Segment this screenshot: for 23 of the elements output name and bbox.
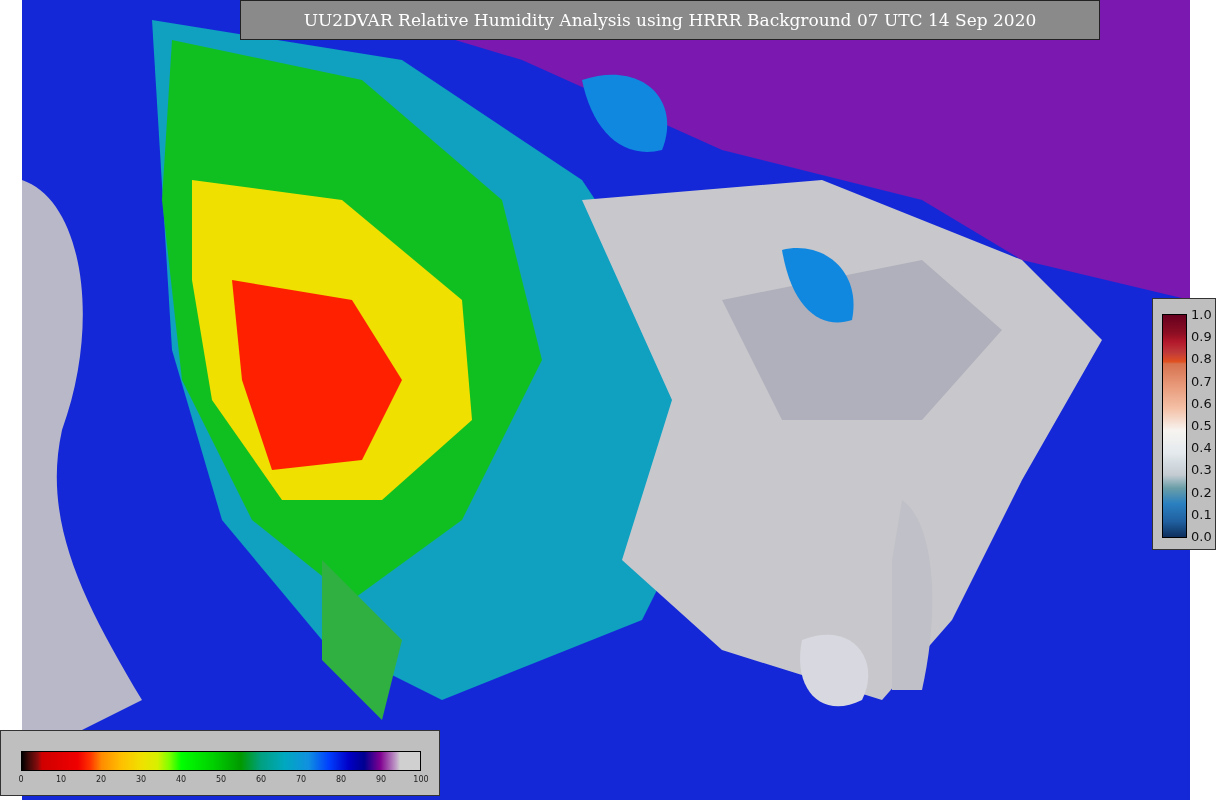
scale-tick-label: 0.6 bbox=[1191, 396, 1212, 410]
scale-tick-label: 0.4 bbox=[1191, 441, 1212, 455]
scale-tick-label: 30 bbox=[135, 775, 147, 784]
scale-tick-label: 1.0 bbox=[1191, 308, 1212, 321]
scale-tick-label: 0.2 bbox=[1191, 485, 1212, 499]
scale-tick-label: 0.1 bbox=[1191, 507, 1212, 521]
scale-tick-label: 0.8 bbox=[1191, 352, 1212, 366]
scale-tick-label: 0.5 bbox=[1191, 418, 1212, 432]
scale-tick-label: 80 bbox=[335, 775, 347, 784]
scale-tick-label: 10 bbox=[55, 775, 67, 784]
scale-tick-label: 0 bbox=[18, 775, 24, 784]
scale-tick-label: 40 bbox=[175, 775, 187, 784]
scale-tick-label: 0.9 bbox=[1191, 330, 1212, 344]
scale-tick-label: 60 bbox=[255, 775, 267, 784]
chart-title: UU2DVAR Relative Humidity Analysis using HRRR Background 07 UTC 14 Sep 2020 bbox=[240, 0, 1100, 40]
scale-tick-label: 90 bbox=[375, 775, 387, 784]
scale-tick-label: 70 bbox=[295, 775, 307, 784]
scale-tick-label: 0.7 bbox=[1191, 374, 1212, 388]
scale-tick-label: 100 bbox=[413, 775, 429, 784]
scale-tick-label: 50 bbox=[215, 775, 227, 784]
scale-tick-label: 0.0 bbox=[1191, 529, 1212, 543]
scale-tick-label: 0.3 bbox=[1191, 463, 1212, 477]
scale-tick-label: 20 bbox=[95, 775, 107, 784]
